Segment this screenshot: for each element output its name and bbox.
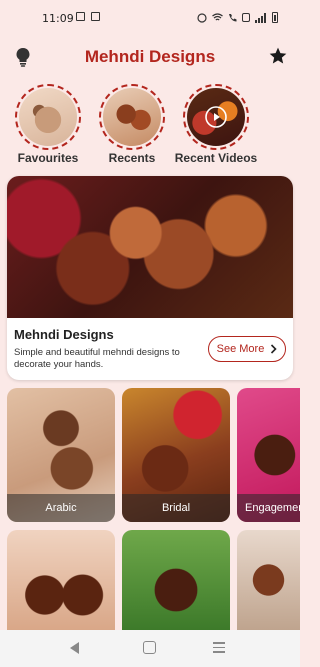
- recent-apps-icon[interactable]: [213, 642, 225, 653]
- favourites-star-button[interactable]: [266, 44, 290, 68]
- sim-icon: [242, 13, 250, 22]
- app-title: Mehndi Designs: [84, 47, 216, 66]
- quick-recent-videos[interactable]: Recent Videos: [175, 84, 257, 168]
- status-bar: 11:09: [0, 0, 300, 36]
- play-icon: [205, 106, 227, 128]
- category-label-arabic: Arabic: [7, 494, 115, 522]
- wifi-icon: [212, 13, 223, 21]
- recents-thumbnail: [99, 84, 165, 150]
- favourites-thumbnail: [15, 84, 81, 150]
- call-icon: [229, 14, 237, 22]
- star-icon: [269, 47, 287, 64]
- see-more-label: See More: [216, 343, 265, 355]
- category-tile-engagement[interactable]: Engagement: [237, 388, 300, 522]
- notification-icons: [76, 12, 100, 21]
- category-tile-arabic[interactable]: Arabic: [7, 388, 115, 522]
- gallery-icon: [91, 12, 100, 21]
- status-time: 11:09: [42, 12, 74, 25]
- featured-card[interactable]: Mehndi Designs Simple and beautiful mehn…: [7, 176, 293, 380]
- featured-image: [7, 176, 293, 318]
- back-icon[interactable]: [70, 642, 79, 654]
- featured-description: Simple and beautiful mehndi designs to d…: [14, 347, 180, 370]
- chevron-right-icon: [271, 344, 277, 354]
- category-tile-6[interactable]: [237, 530, 300, 630]
- quick-recents[interactable]: Recents: [92, 84, 172, 168]
- see-more-button[interactable]: See More: [208, 336, 286, 362]
- recent-videos-thumbnail: [183, 84, 249, 150]
- recent-videos-label: Recent Videos: [174, 151, 258, 165]
- quick-favourites[interactable]: Favourites: [8, 84, 88, 168]
- system-icons: [197, 12, 278, 23]
- battery-icon: [272, 12, 278, 23]
- category-label-bridal: Bridal: [122, 494, 230, 522]
- category-label-engagement: Engagement: [237, 494, 300, 522]
- category-tile-4[interactable]: [7, 530, 115, 630]
- alarm-icon: [197, 12, 207, 23]
- mail-icon: [76, 12, 85, 21]
- category-tile-bridal[interactable]: Bridal: [122, 388, 230, 522]
- system-nav-bar: [0, 630, 300, 667]
- featured-title: Mehndi Designs: [14, 327, 114, 342]
- signal-icon: [255, 12, 266, 23]
- app-bar: Mehndi Designs: [0, 36, 300, 80]
- home-icon[interactable]: [143, 641, 156, 654]
- category-tile-5[interactable]: [122, 530, 230, 630]
